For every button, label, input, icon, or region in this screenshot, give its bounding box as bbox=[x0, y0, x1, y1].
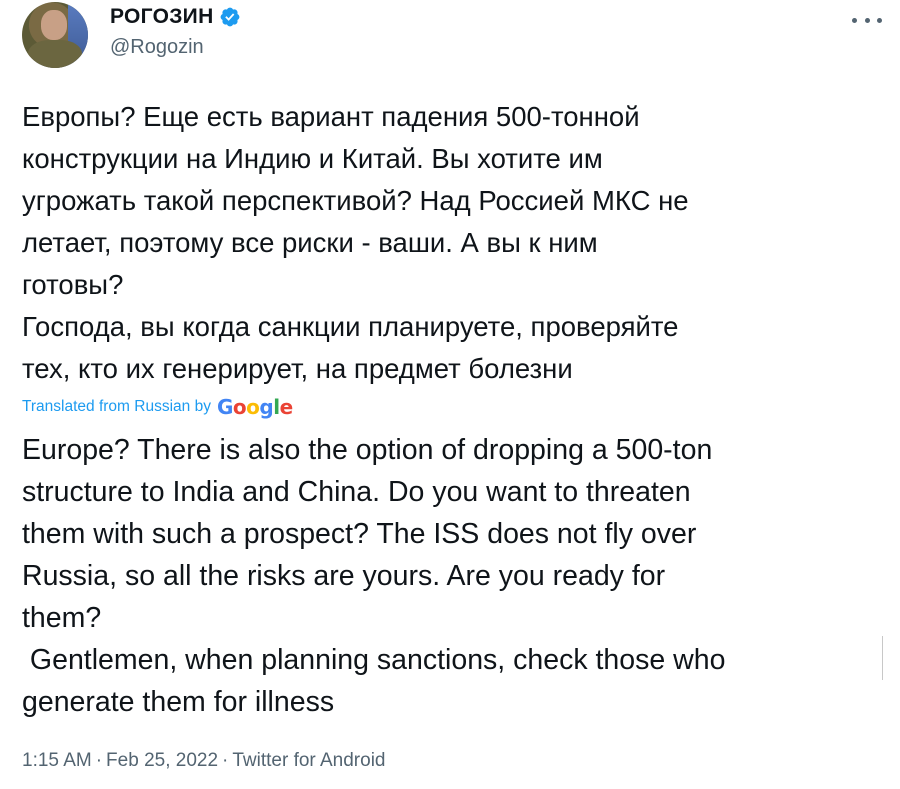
google-logo: Google bbox=[216, 395, 293, 419]
verified-badge-icon bbox=[220, 7, 239, 27]
tweet-original-text: Европы? Еще есть вариант падения 500-тон… bbox=[22, 101, 689, 384]
text-cursor bbox=[882, 636, 883, 680]
meta-separator: · bbox=[222, 750, 229, 771]
translation-attribution[interactable]: Translated from Russian by Google bbox=[22, 395, 293, 419]
display-name[interactable]: РОГОЗИН bbox=[110, 5, 214, 29]
tweet-date[interactable]: Feb 25, 2022 bbox=[106, 750, 218, 771]
translated-label: Translated from Russian by bbox=[22, 398, 211, 415]
meta-separator: · bbox=[95, 750, 103, 771]
tweet-meta: 1:15 AM · Feb 25, 2022 · Twitter for Android bbox=[22, 750, 385, 772]
tweet-card: РОГОЗИН @Rogozin Европы? Еще есть вариан… bbox=[0, 0, 900, 789]
tweet-time[interactable]: 1:15 AM bbox=[22, 750, 92, 771]
more-horizontal-icon[interactable] bbox=[852, 10, 882, 30]
tweet-source[interactable]: Twitter for Android bbox=[232, 750, 385, 771]
author-names: РОГОЗИН @Rogozin bbox=[110, 4, 241, 59]
handle[interactable]: @Rogozin bbox=[110, 36, 241, 59]
tweet-translated-text: Europe? There is also the option of drop… bbox=[22, 434, 726, 718]
avatar[interactable] bbox=[22, 2, 88, 68]
tweet-header: РОГОЗИН @Rogozin bbox=[22, 2, 900, 68]
